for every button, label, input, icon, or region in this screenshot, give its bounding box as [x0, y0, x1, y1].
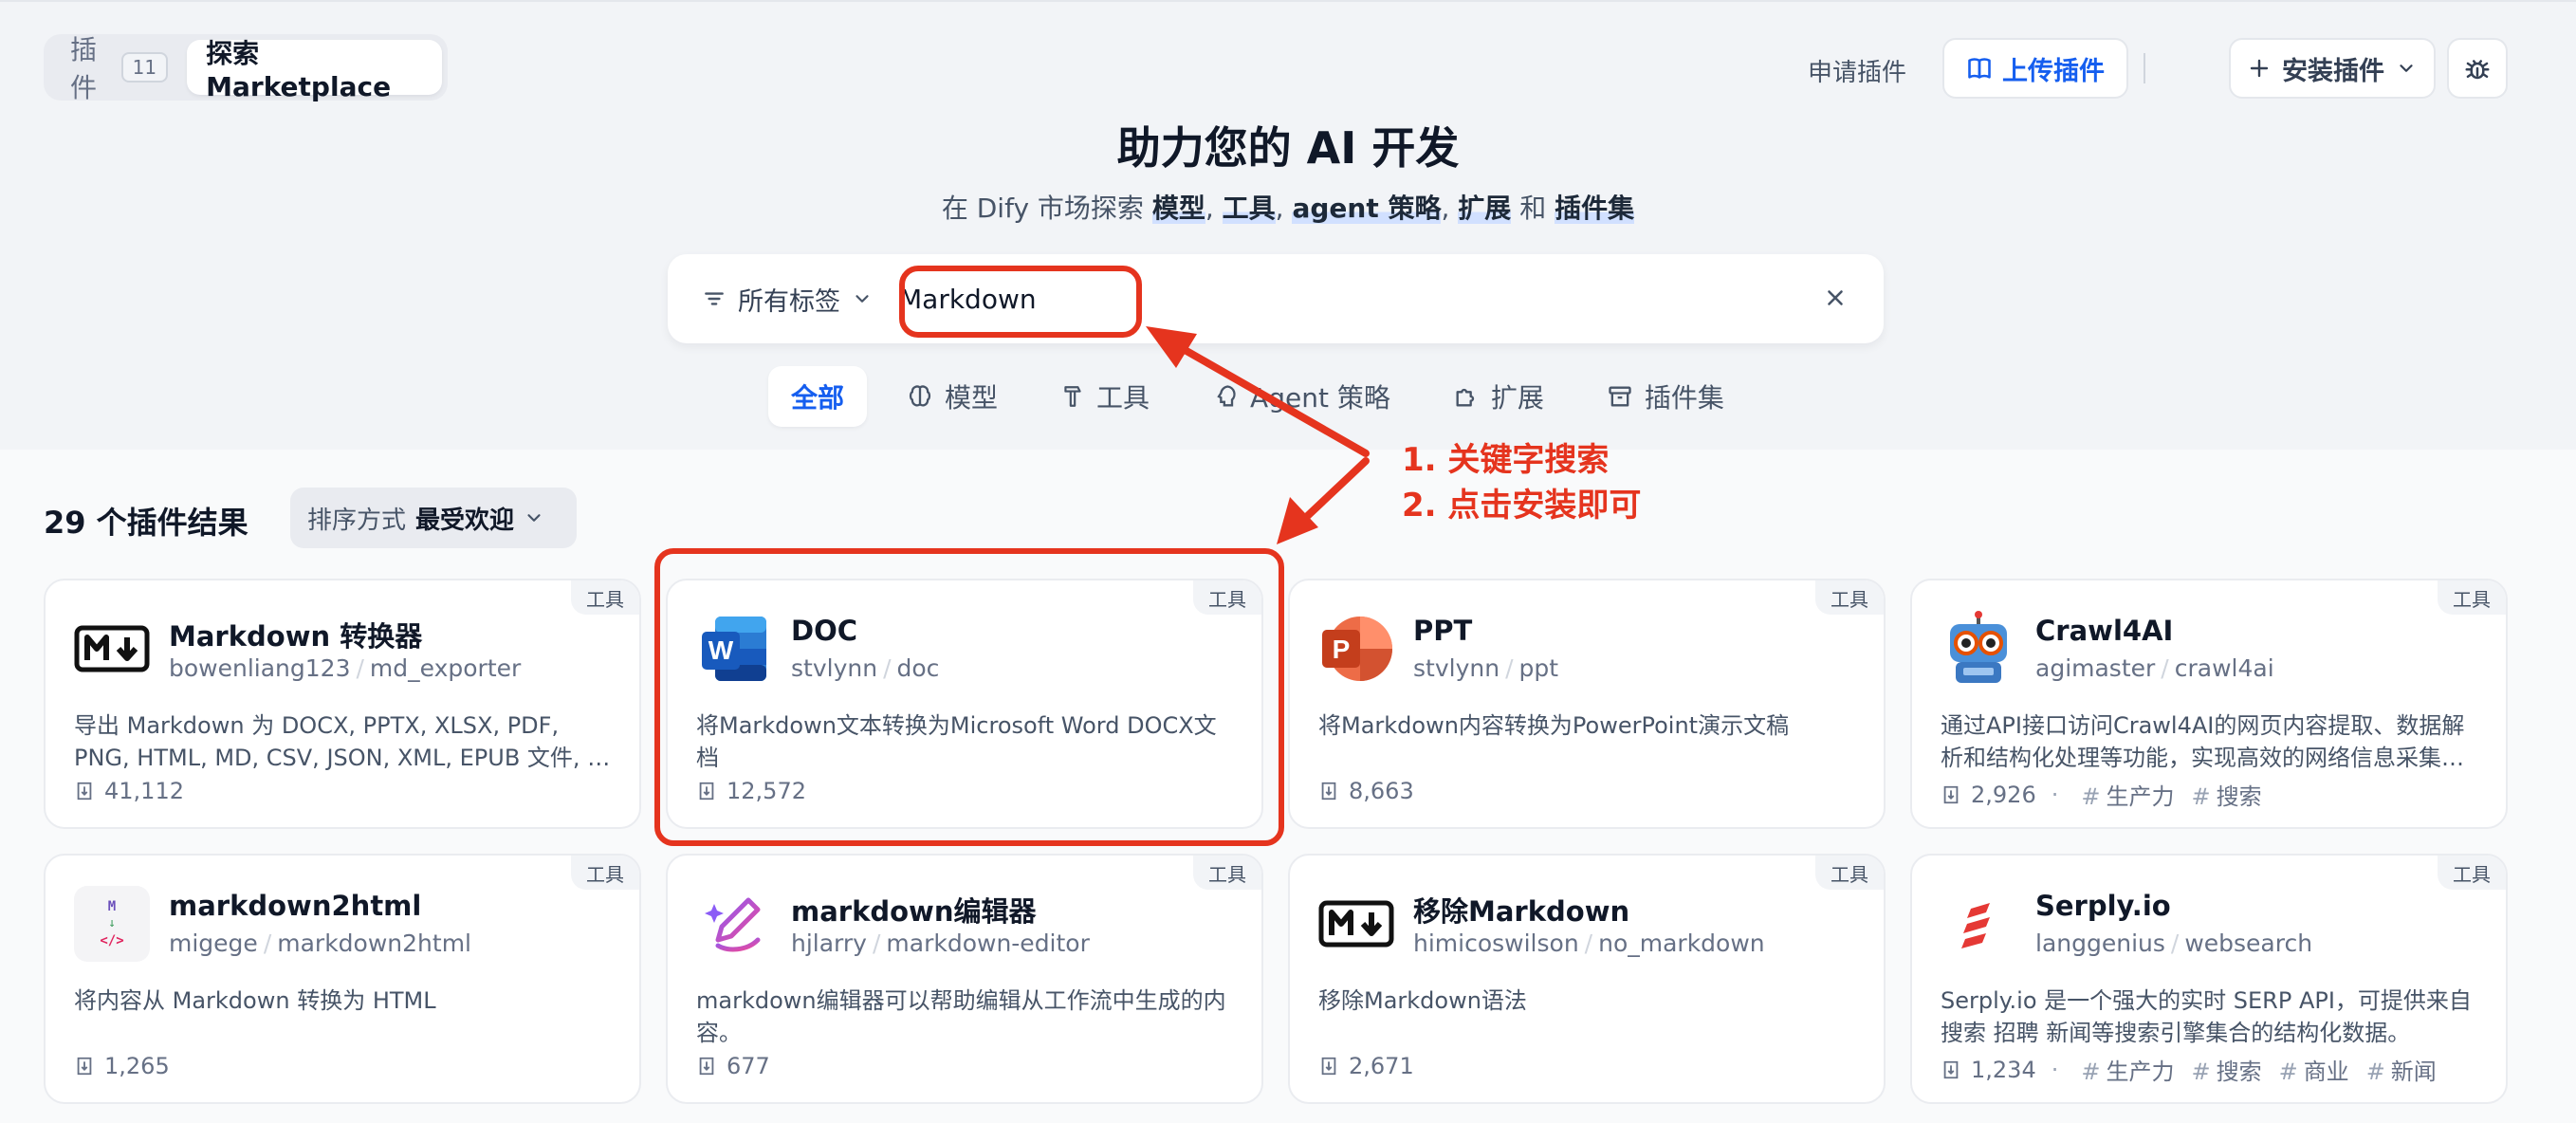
arrow-head-card — [1277, 497, 1318, 544]
annotation-step-2: 2. 点击安装即可 — [1402, 487, 1642, 525]
arrow-to-search — [1163, 336, 1370, 457]
arrow-to-card — [1296, 457, 1370, 527]
arrow-head-search — [1146, 326, 1197, 368]
annotation-step-1: 1. 关键字搜索 — [1402, 441, 1610, 479]
annotation-arrows — [1146, 326, 1370, 544]
